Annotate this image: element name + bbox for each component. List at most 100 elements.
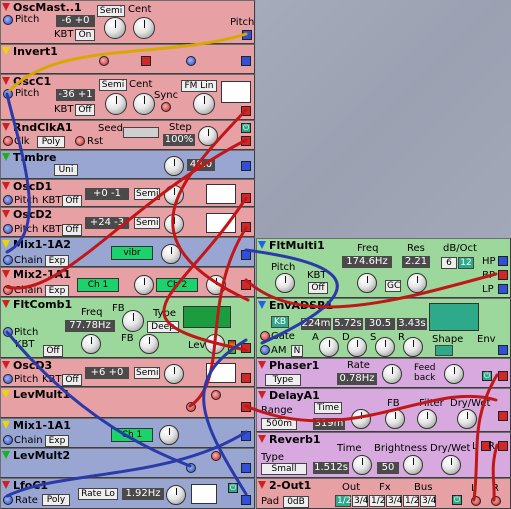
module-osc-master[interactable]: OscMast..1 Pitch -6 +0 Semi Cent KBT On … [0, 0, 255, 44]
power-icon[interactable]: ⏻ [452, 495, 462, 505]
output-jack[interactable] [241, 343, 251, 353]
env-output-jack[interactable] [498, 345, 508, 355]
pitch-input-jack[interactable] [3, 15, 13, 25]
cent-knob[interactable] [133, 17, 155, 39]
pitch-input-jack[interactable] [3, 224, 13, 234]
input-jack-2[interactable] [186, 56, 196, 66]
range-dropdown[interactable]: 500m [261, 418, 297, 430]
filter-knob[interactable] [417, 409, 437, 429]
input-jack-1[interactable] [99, 56, 109, 66]
kbt-off-button[interactable]: Off [308, 282, 328, 294]
db12-button[interactable]: 12 [458, 257, 474, 269]
tune-knob[interactable] [164, 364, 184, 384]
out-34-button[interactable]: 3/4 [352, 495, 368, 507]
attack-knob[interactable] [319, 337, 339, 357]
output-jack-2[interactable] [241, 56, 251, 66]
output-jack[interactable] [241, 161, 251, 171]
type-dropdown[interactable]: Small [261, 463, 307, 475]
output-jack[interactable] [498, 411, 508, 421]
kb-button[interactable]: KB [271, 316, 289, 328]
pitch-mod-knob[interactable] [81, 334, 101, 354]
ch1-knob[interactable] [134, 275, 154, 295]
module-env-adsr[interactable]: EnvADSR1 KB 224m 5.72s 30.5 3.43s Gate A… [256, 298, 511, 358]
power-icon[interactable]: ⏻ [228, 483, 238, 493]
deep-button[interactable]: Deep [147, 321, 179, 333]
pitch-output-jack[interactable] [242, 30, 252, 40]
uni-button[interactable]: Uni [54, 164, 78, 176]
module-osc-d2[interactable]: OscD2 Pitch KBT Off +24 -3 Semi [0, 207, 255, 237]
bp-output-jack[interactable] [498, 270, 508, 280]
kbt-off-button[interactable]: Off [62, 374, 82, 386]
freq-knob[interactable] [357, 273, 377, 293]
type-dropdown[interactable]: Type [265, 374, 301, 386]
tune-knob[interactable] [164, 185, 184, 205]
output-jack[interactable] [241, 280, 251, 290]
kbt-off-button[interactable]: Off [75, 104, 95, 116]
ch2-knob[interactable] [206, 275, 226, 295]
release-knob[interactable] [403, 337, 423, 357]
module-rnd-clk[interactable]: RndClkA1 Clk Poly Rst Seed Step 100% ⏻ [0, 120, 255, 150]
r-input-jack[interactable] [491, 496, 501, 506]
rst-input-jack[interactable] [75, 136, 85, 146]
module-lfo-c[interactable]: LfoC1 Rate Poly Rate Lo 1.92Hz ⏻ [0, 478, 255, 509]
output-jack[interactable] [241, 431, 251, 441]
lp-output-jack[interactable] [498, 284, 508, 294]
freq-knob[interactable] [122, 310, 144, 332]
mod-input-jack[interactable] [211, 390, 221, 400]
output-jack[interactable] [241, 222, 251, 232]
pitch-input-jack[interactable] [3, 374, 13, 384]
module-flt-multi[interactable]: FltMulti1 Freq Res dB/Oct 174.6Hz 2.21 6… [256, 238, 511, 298]
decay-knob[interactable] [347, 337, 367, 357]
semi-button[interactable]: Semi [97, 5, 125, 17]
semi-button[interactable]: Semi [134, 367, 160, 379]
lev-knob[interactable] [205, 334, 225, 354]
mod-input-jack[interactable] [211, 451, 221, 461]
module-osc-c[interactable]: OscC1 Pitch -36 +1 Semi Cent Sync FM Lin… [0, 74, 255, 120]
module-osc-d3[interactable]: OscD3 Pitch KBT Off +6 +0 Semi [0, 358, 255, 387]
res-knob[interactable] [407, 273, 427, 293]
fb-mod-knob[interactable] [139, 334, 159, 354]
dry-wet-knob[interactable] [441, 455, 461, 475]
sustain-knob[interactable] [375, 337, 395, 357]
pitch-input-jack[interactable] [3, 195, 13, 205]
output-jack[interactable] [241, 250, 251, 260]
db6-button[interactable]: 6 [441, 257, 457, 269]
feedback-knob[interactable] [444, 364, 464, 384]
pitch-mod-knob[interactable] [275, 273, 295, 293]
pitch-input-jack[interactable] [3, 327, 13, 337]
power-icon[interactable]: ⏻ [241, 123, 251, 133]
n-button[interactable]: N [291, 345, 303, 357]
semi-knob[interactable] [104, 17, 126, 39]
chain-input-jack[interactable] [3, 255, 13, 265]
module-lev-mult2[interactable]: LevMult2 [0, 448, 255, 478]
fm-lin-button[interactable]: FM Lin [181, 80, 217, 92]
shape-button[interactable] [435, 345, 453, 356]
tune-knob[interactable] [164, 214, 184, 234]
output-jack[interactable] [241, 402, 251, 412]
semi-button[interactable]: Semi [134, 188, 160, 200]
poly-button[interactable]: Poly [42, 494, 70, 506]
waveform-pulse-icon[interactable] [206, 184, 236, 204]
fx-12-button[interactable]: 1/2 [369, 495, 385, 507]
waveform-saw-icon[interactable] [206, 213, 236, 233]
am-input-jack[interactable] [260, 345, 270, 355]
brightness-knob[interactable] [403, 455, 423, 475]
waveform-saw-icon[interactable] [206, 363, 236, 383]
l-input-jack[interactable] [471, 496, 481, 506]
out-12-button[interactable]: 1/2 [335, 495, 351, 507]
module-timbre[interactable]: Timbre Uni 48.0 [0, 150, 255, 179]
rate-input-jack[interactable] [3, 495, 13, 505]
input-jack[interactable] [186, 402, 196, 412]
waveform-triangle-icon[interactable] [191, 484, 217, 504]
rate-knob[interactable] [166, 485, 186, 505]
module-phaser[interactable]: Phaser1 Type Rate 0.78Hz Feed back ⏻ [256, 358, 511, 388]
kbt-on-button[interactable]: On [75, 29, 95, 41]
seed-field[interactable] [123, 127, 159, 138]
chain-input-jack[interactable] [3, 285, 13, 295]
module-osc-d1[interactable]: OscD1 Pitch KBT Off +0 -1 Semi [0, 179, 255, 207]
hp-output-jack[interactable] [498, 256, 508, 266]
kbt-off-button[interactable]: Off [43, 345, 63, 357]
output-jack[interactable] [241, 106, 251, 116]
time-button[interactable]: Time [314, 402, 342, 414]
chain-input-jack[interactable] [3, 435, 13, 445]
